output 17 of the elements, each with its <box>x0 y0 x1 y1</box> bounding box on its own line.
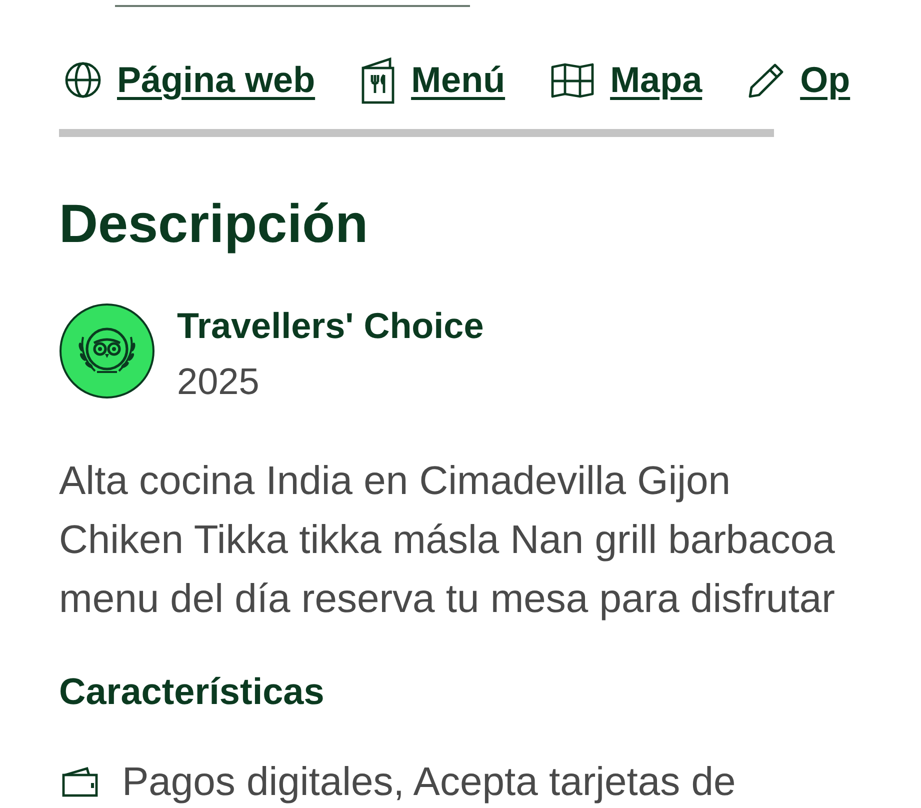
scrollbar[interactable] <box>59 129 774 137</box>
pencil-icon <box>748 62 784 98</box>
section-heading: Descripción <box>59 197 368 251</box>
wallet-icon <box>62 767 98 797</box>
menu-link[interactable]: Menú <box>361 56 506 104</box>
map-link[interactable]: Mapa <box>551 62 702 98</box>
owl-badge-icon <box>59 303 155 399</box>
award-title: Travellers' Choice <box>177 308 484 344</box>
feature-text: Pagos digitales, Acepta tarjetas de <box>122 762 736 802</box>
description-text: Alta cocina India en Cimadevilla Gijon Chiken Tikka tikka másla Nan grill barbacoa menu del día reserva tu mesa para disfrutar <box>59 458 835 623</box>
map-icon <box>551 62 594 98</box>
subsection-heading: Características <box>59 673 324 710</box>
website-link[interactable]: Página web <box>65 62 316 98</box>
globe-icon <box>65 62 101 98</box>
edit-link[interactable]: Op <box>748 62 850 98</box>
award-year: 2025 <box>177 363 260 400</box>
menu-card-icon <box>361 56 396 104</box>
